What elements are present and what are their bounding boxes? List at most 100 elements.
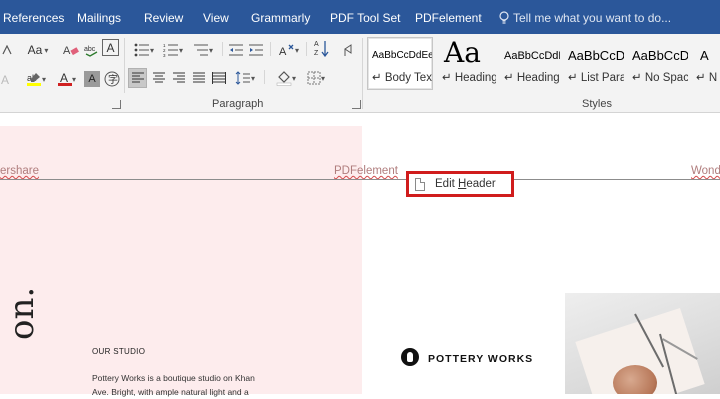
change-case-button[interactable]: Aa ▾	[24, 40, 52, 60]
align-left-icon[interactable]	[128, 68, 147, 88]
tell-me-text: Tell me what you want to do...	[513, 11, 672, 25]
divider	[264, 70, 265, 84]
style-body-text[interactable]: AaBbCcDdEe ↵ Body Text	[367, 37, 433, 90]
svg-text:Z: Z	[314, 50, 319, 57]
enclose-characters-icon[interactable]: 字	[103, 69, 121, 89]
highlight-color-button[interactable]: ab ▾	[22, 69, 50, 89]
multilevel-list-icon	[193, 44, 208, 56]
font-color-button[interactable]: A ▾	[54, 69, 80, 89]
studio-heading: OUR STUDIO	[92, 347, 146, 356]
page-icon	[415, 177, 425, 191]
divider	[306, 42, 307, 56]
numbering-button[interactable]: 123 ▾	[160, 40, 186, 60]
style-name: ↵ No Spac...	[632, 72, 689, 84]
bullets-icon	[134, 43, 149, 57]
text-effects-icon[interactable]: A	[0, 69, 14, 89]
divider	[222, 42, 223, 56]
style-sample: AaBbCcDdE	[504, 50, 561, 62]
font-size-grow-icon[interactable]	[0, 40, 14, 60]
tab-view[interactable]: View	[203, 10, 229, 26]
paint-bucket-icon	[276, 71, 292, 86]
spelling-abc-icon[interactable]: abc	[84, 40, 100, 60]
svg-text:abc: abc	[84, 46, 96, 53]
brand-name: POTTERY WORKS	[428, 353, 534, 365]
tab-references[interactable]: References	[3, 10, 64, 26]
clear-formatting-icon[interactable]: A	[62, 40, 80, 60]
style-name: ↵ N	[696, 72, 718, 84]
svg-text:A: A	[60, 71, 68, 85]
style-list-paragraph[interactable]: AaBbCcD ↵ List Para...	[563, 37, 625, 90]
header-boundary-line	[0, 179, 720, 180]
svg-text:A: A	[63, 45, 71, 57]
increase-indent-icon[interactable]	[247, 40, 265, 60]
style-name: ↵ Heading 2	[504, 72, 560, 84]
borders-button[interactable]: ▾	[303, 68, 329, 88]
tab-review[interactable]: Review	[144, 10, 183, 26]
pottery-photo	[565, 293, 720, 394]
numbering-icon: 123	[163, 43, 178, 57]
bullets-button[interactable]: ▾	[131, 40, 157, 60]
tell-me-search[interactable]: Tell me what you want to do...	[499, 10, 671, 26]
svg-text:A: A	[1, 73, 9, 86]
tab-grammarly[interactable]: Grammarly	[251, 10, 310, 26]
studio-body-text: Pottery Works is a boutique studio on Kh…	[92, 373, 255, 397]
chevron-down-icon: ▾	[44, 45, 49, 55]
paragraph-dialog-launcher-icon[interactable]	[352, 100, 361, 109]
svg-text:3: 3	[163, 53, 166, 57]
style-name: ↵ Body Text	[372, 72, 433, 84]
style-sample: AaBbCcD	[568, 48, 625, 63]
style-name: ↵ Heading 1	[442, 72, 497, 84]
style-sample: A	[700, 48, 709, 63]
styles-group-label: Styles	[582, 98, 612, 110]
distributed-icon[interactable]	[209, 68, 228, 88]
edit-header-label: Edit Header	[435, 178, 496, 190]
font-dialog-launcher-icon[interactable]	[112, 100, 121, 109]
style-no-spacing[interactable]: AaBbCcD ↵ No Spac...	[627, 37, 689, 90]
character-border-icon[interactable]: A	[102, 39, 119, 56]
style-normal[interactable]: A ↵ N	[691, 37, 720, 90]
svg-text:字: 字	[108, 73, 118, 86]
multilevel-list-button[interactable]: ▾	[190, 40, 216, 60]
pottery-logo-icon	[401, 348, 419, 366]
ribbon-tab-bar: References Mailings Review View Grammarl…	[0, 0, 720, 34]
style-heading-1[interactable]: Aa ↵ Heading 1	[437, 37, 497, 90]
styles-gallery: AaBbCcDdEe ↵ Body Text Aa ↵ Heading 1 Aa…	[367, 37, 720, 91]
highlighter-icon: ab	[26, 73, 41, 86]
tab-pdf-tool-set[interactable]: PDF Tool Set	[330, 10, 400, 26]
asian-layout-button[interactable]: A ▾	[276, 40, 302, 60]
header-left-text[interactable]: ershare	[0, 165, 39, 177]
sort-icon[interactable]: AZ	[312, 38, 332, 58]
line-spacing-icon	[235, 71, 250, 85]
lightbulb-icon	[499, 11, 509, 24]
svg-text:A: A	[279, 46, 287, 57]
pink-page-panel	[0, 126, 362, 394]
justify-icon[interactable]	[189, 68, 208, 88]
edit-header-button[interactable]: Edit Header	[406, 171, 514, 197]
svg-text:A: A	[314, 41, 319, 48]
paragraph-group-label: Paragraph	[212, 98, 264, 110]
borders-icon	[307, 71, 321, 85]
page-gap	[0, 113, 720, 126]
document-canvas[interactable]: ershare PDFelement Wond Edit Header on. …	[0, 113, 720, 397]
group-separator	[362, 38, 363, 109]
shading-button[interactable]: ▾	[272, 68, 300, 88]
ribbon-panel: Aa ▾ A abc A A ab ▾ A ▾ A 字 ▾ 123 ▾ ▾	[0, 34, 720, 113]
header-right-text[interactable]: Wond	[691, 165, 720, 177]
character-shading-icon[interactable]: A	[84, 71, 100, 87]
style-sample: Aa	[444, 37, 481, 69]
style-heading-2[interactable]: AaBbCcDdE ↵ Heading 2	[499, 37, 561, 90]
decrease-indent-icon[interactable]	[227, 40, 245, 60]
align-right-icon[interactable]	[169, 68, 188, 88]
header-center-text[interactable]: PDFelement	[334, 165, 398, 177]
tab-pdfelement[interactable]: PDFelement	[415, 10, 482, 26]
divider	[270, 42, 271, 56]
style-sample: AaBbCcD	[632, 48, 689, 63]
font-color-icon: A	[57, 71, 72, 86]
vertical-heading-text: on.	[2, 286, 42, 340]
tab-mailings[interactable]: Mailings	[77, 10, 121, 26]
show-hide-marks-icon[interactable]	[340, 40, 356, 60]
line-spacing-button[interactable]: ▾	[231, 68, 259, 88]
asian-layout-icon: A	[279, 44, 294, 57]
align-center-icon[interactable]	[149, 68, 168, 88]
style-sample: AaBbCcDdEe	[372, 50, 433, 61]
